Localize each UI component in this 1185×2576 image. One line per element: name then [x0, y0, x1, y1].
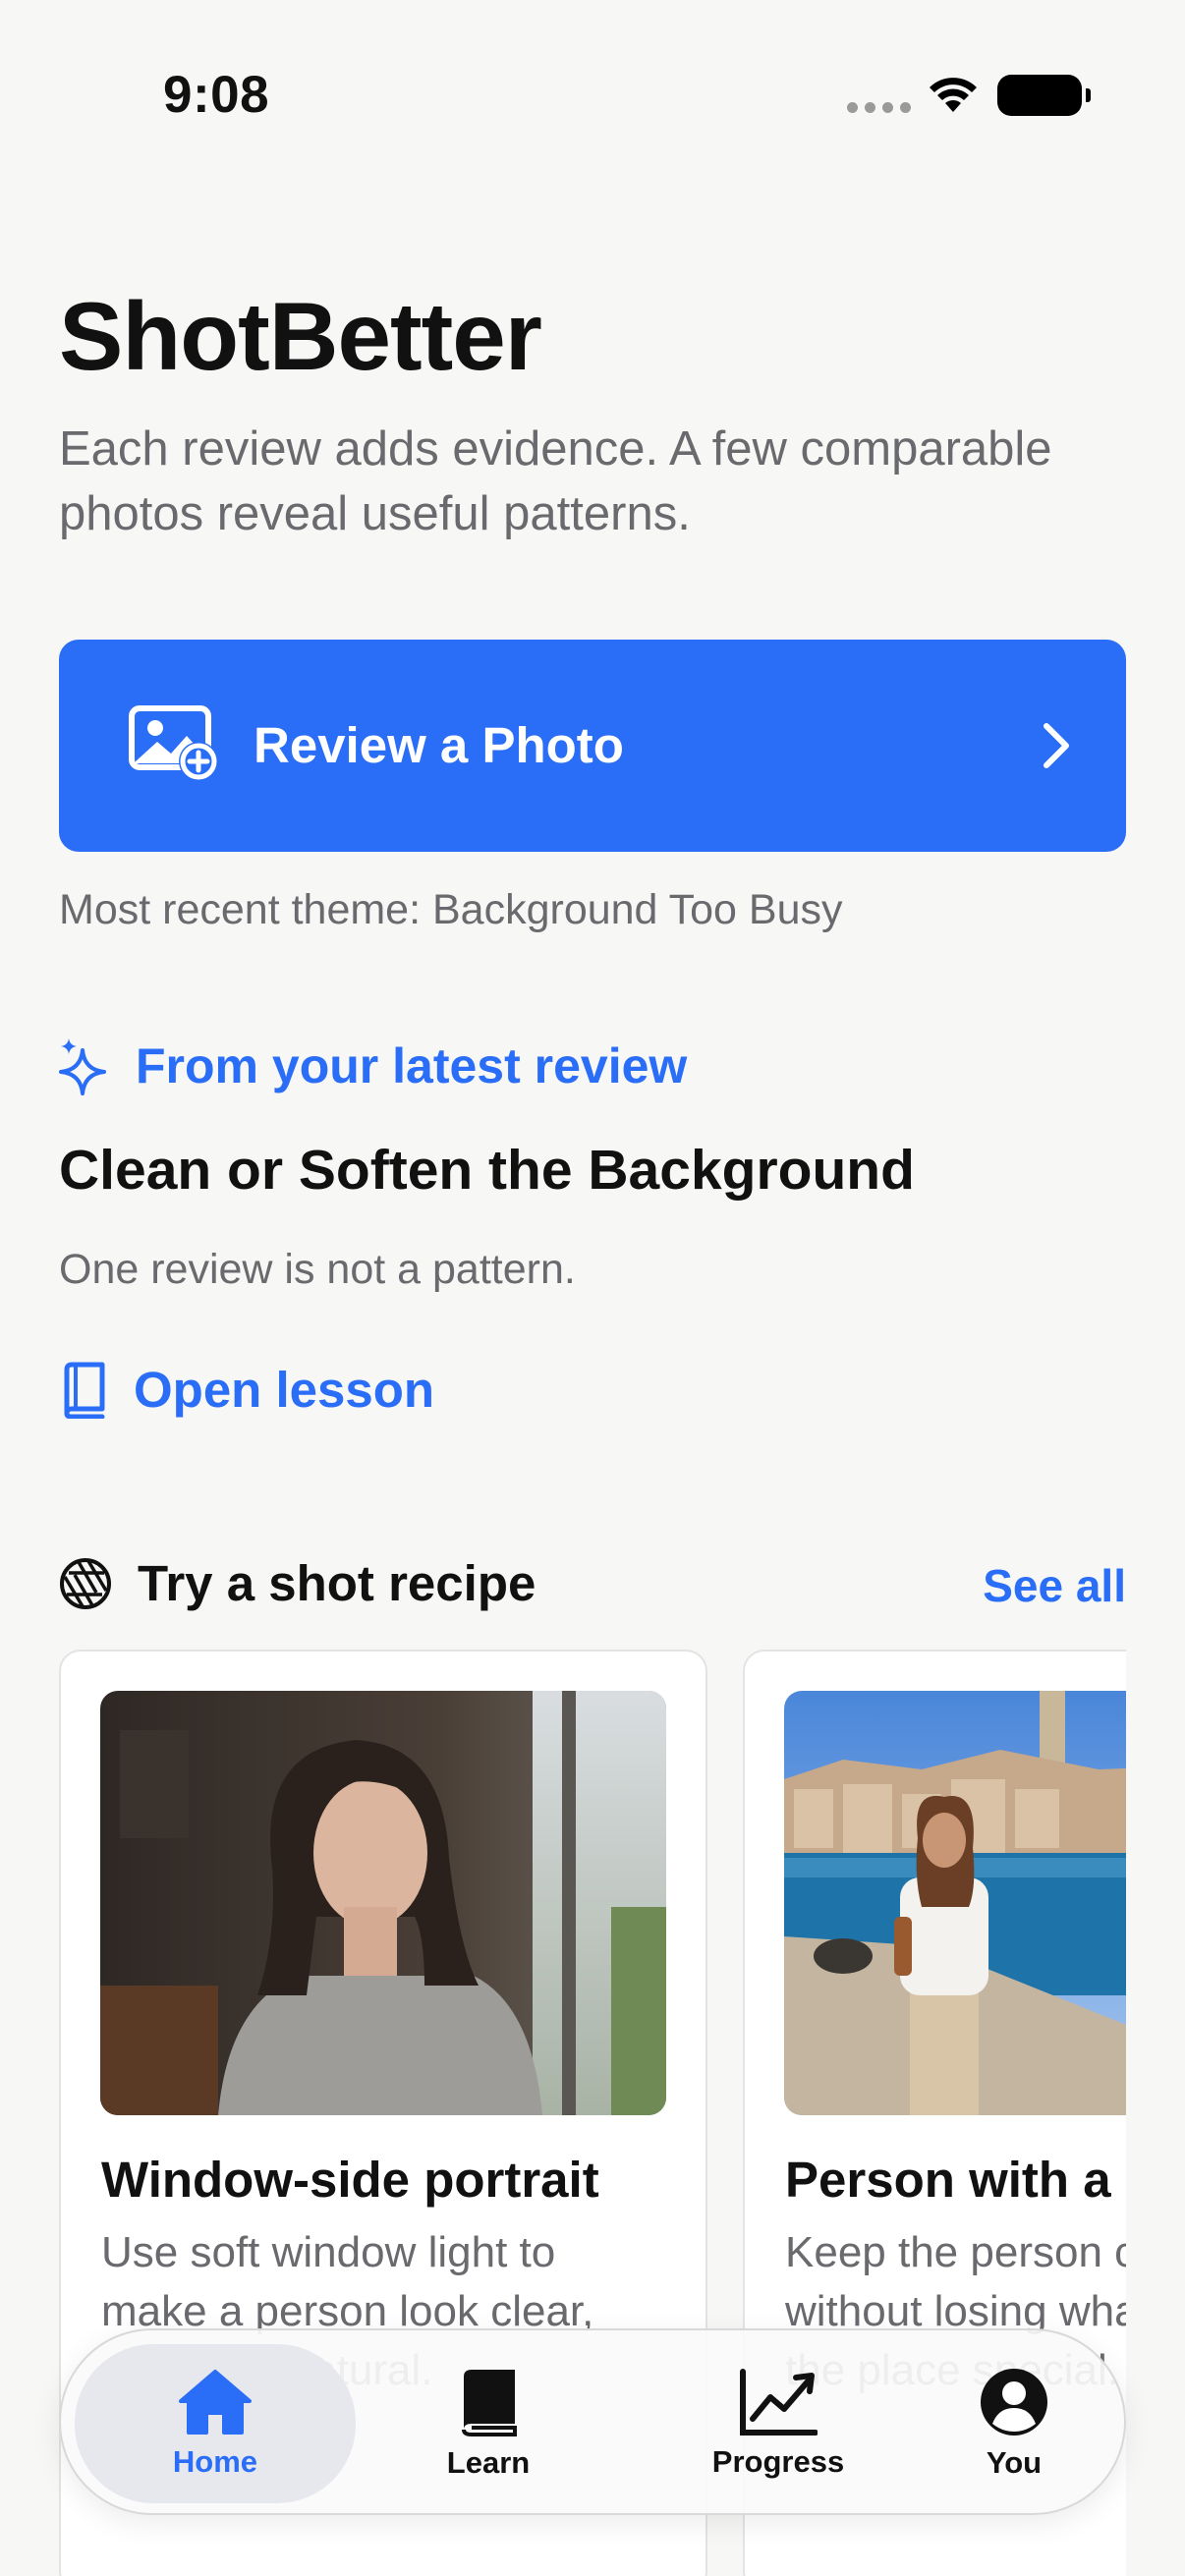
window-portrait-photo: [100, 1691, 666, 2115]
lesson-title: Clean or Soften the Background: [59, 1139, 915, 1202]
person-circle-icon: [981, 2369, 1047, 2436]
tab-home[interactable]: Home: [75, 2344, 356, 2503]
chevron-right-icon: [1044, 723, 1069, 768]
review-photo-label: Review a Photo: [254, 717, 624, 773]
tab-bar: Home Learn Progress You: [59, 2328, 1126, 2515]
tab-learn[interactable]: Learn: [385, 2344, 592, 2503]
review-photo-button[interactable]: Review a Photo: [59, 640, 1126, 852]
cellular-signal-icon: [847, 102, 911, 113]
tab-progress[interactable]: Progress: [631, 2344, 926, 2503]
app-title: ShotBetter: [59, 282, 542, 390]
tab-label: You: [986, 2445, 1043, 2480]
home-screen: 9:08 ShotBetter Each review adds evidenc…: [0, 0, 1185, 2576]
tab-label: Home: [172, 2444, 258, 2479]
book-icon: [64, 1362, 105, 1419]
latest-review-heading: From your latest review: [59, 1036, 687, 1095]
book-icon: [462, 2370, 517, 2436]
lesson-note: One review is not a pattern.: [59, 1246, 576, 1293]
recipe-card-title: Window-side portrait: [101, 2152, 599, 2208]
tab-label: Learn: [446, 2445, 531, 2480]
recent-theme-text: Most recent theme: Background Too Busy: [59, 886, 843, 933]
status-time: 9:08: [163, 66, 270, 124]
recipe-card-title: Person with a landmark: [785, 2152, 1126, 2208]
wifi-icon: [930, 78, 977, 112]
house-icon: [179, 2370, 252, 2435]
open-lesson-label: Open lesson: [134, 1362, 435, 1418]
recipe-section-title: Try a shot recipe: [138, 1555, 536, 1611]
latest-review-label: From your latest review: [136, 1038, 688, 1093]
add-photo-icon: [129, 705, 218, 781]
battery-icon: [997, 75, 1091, 116]
tab-you[interactable]: You: [926, 2344, 1102, 2503]
recipe-section-heading: Try a shot recipe: [59, 1554, 536, 1612]
aperture-icon: [60, 1557, 111, 1609]
app-subtitle: Each review adds evidence. A few compara…: [59, 422, 1052, 540]
landmark-person-photo: [784, 1691, 1126, 2115]
tab-label: Progress: [711, 2444, 845, 2479]
chart-line-icon: [740, 2369, 818, 2436]
open-lesson-button[interactable]: Open lesson: [61, 1361, 434, 1419]
see-all-link[interactable]: See all: [983, 1559, 1126, 1612]
sparkles-icon: [59, 1038, 106, 1095]
